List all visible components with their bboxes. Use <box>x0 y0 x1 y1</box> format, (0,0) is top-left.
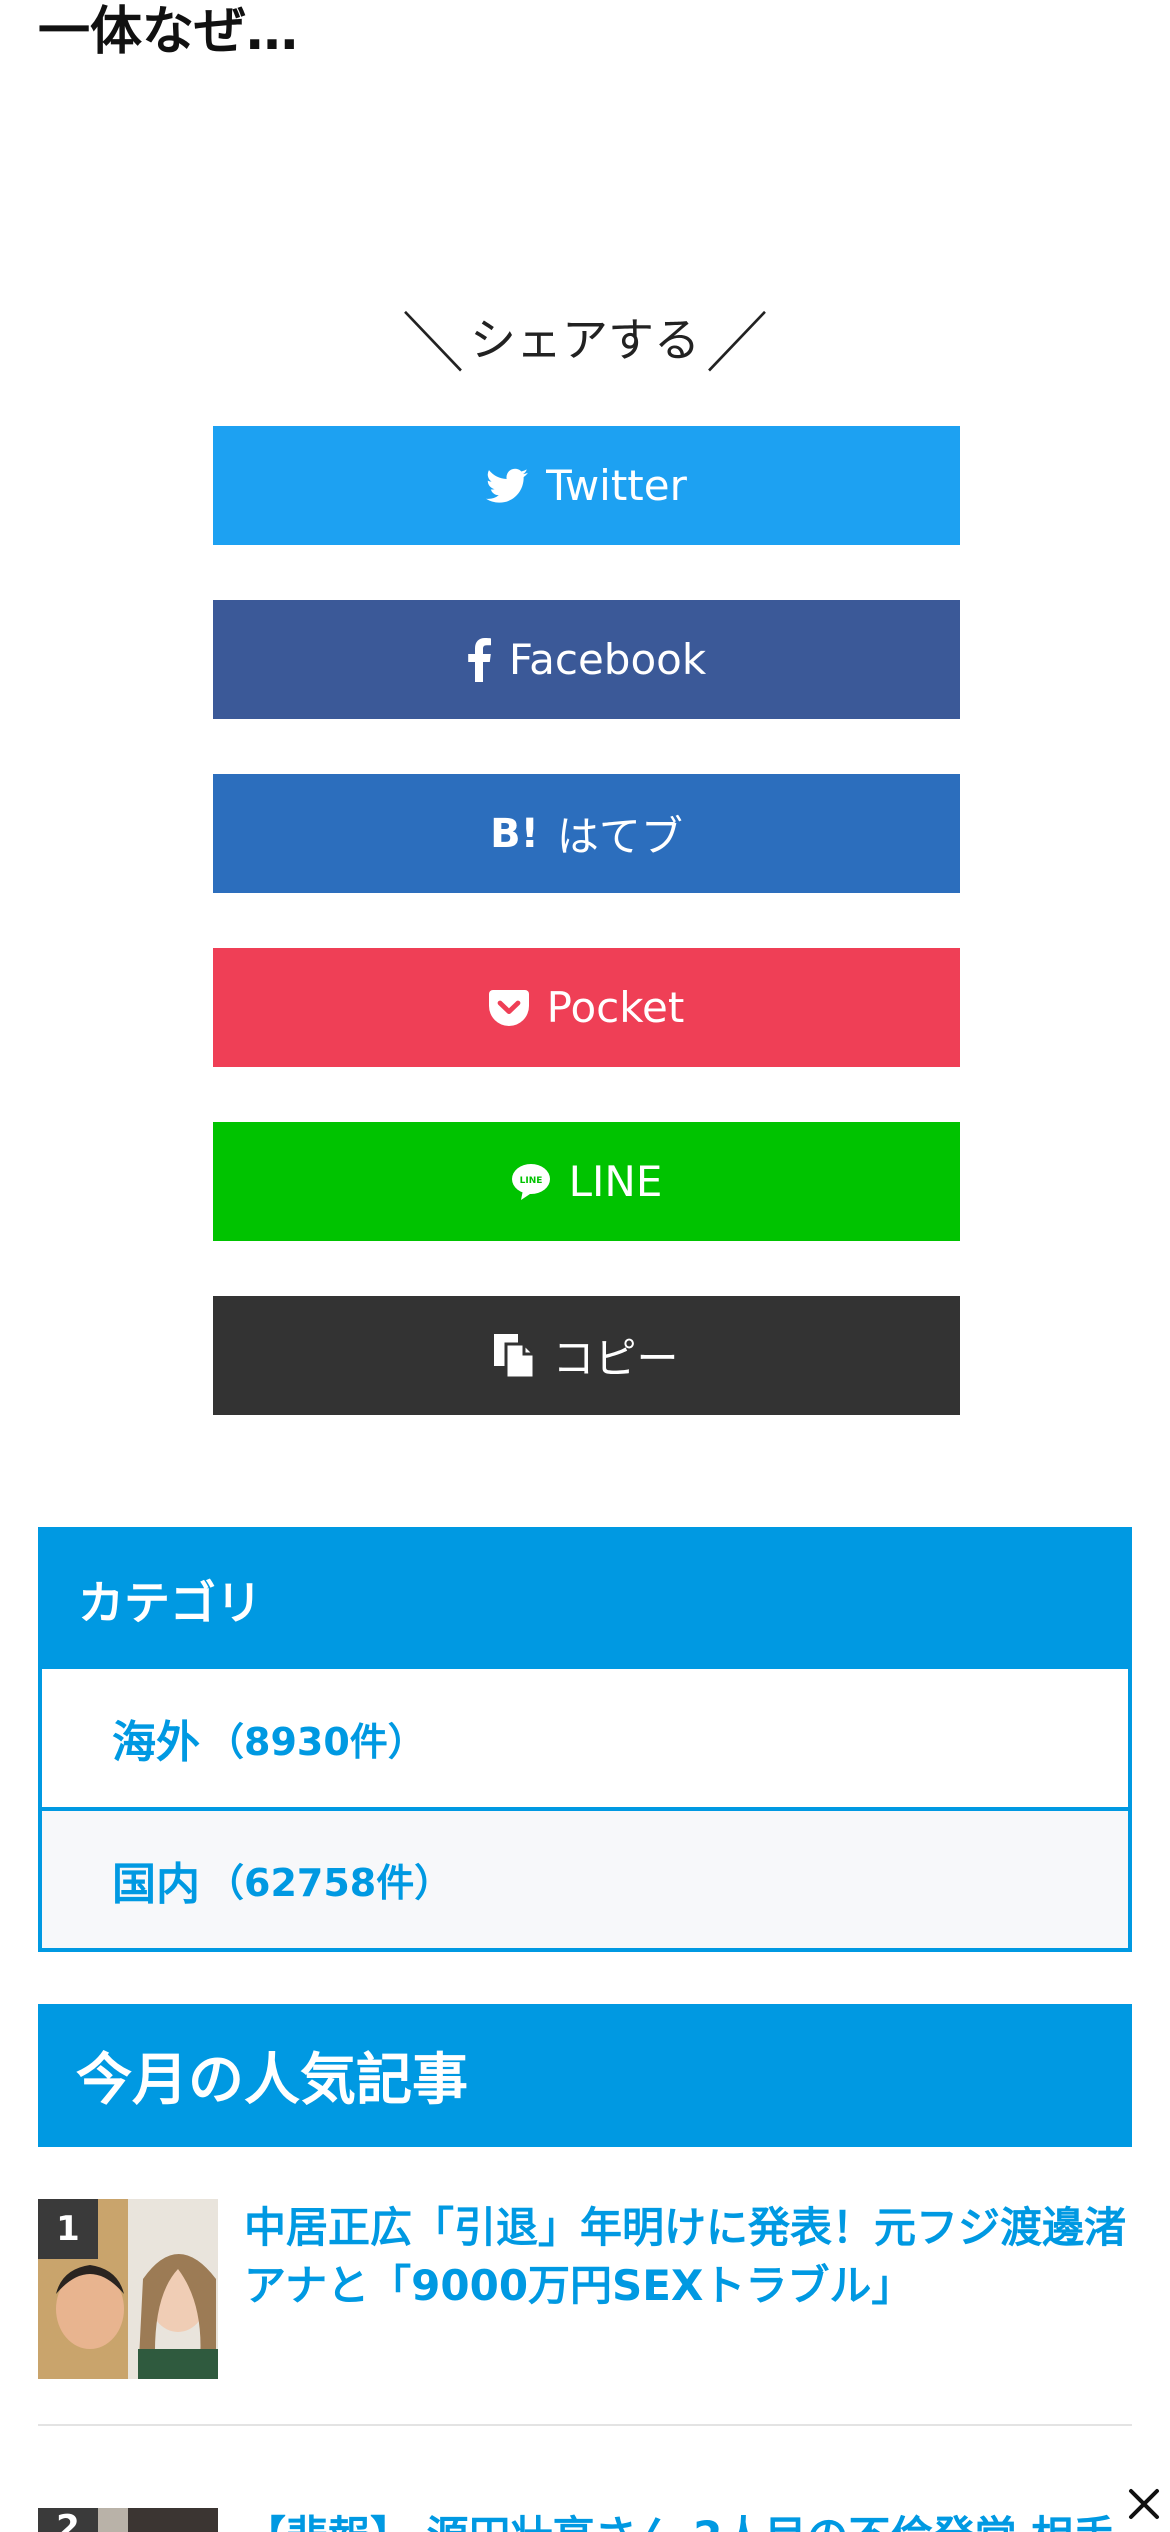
share-pocket-button[interactable]: Pocket <box>213 948 960 1067</box>
popular-article-item[interactable]: 2 【悲報】 源田壮亮さん 2人目の不倫発覚 相手 <box>38 2508 1132 2532</box>
twitter-bird-icon <box>486 468 529 504</box>
line-icon: LINE <box>511 1163 551 1201</box>
share-copy-label: コピー <box>552 1334 679 1383</box>
share-line-button[interactable]: LINE LINE <box>213 1122 960 1241</box>
share-twitter-button[interactable]: Twitter <box>213 426 960 545</box>
share-heading-right-slash: ／ <box>706 304 769 382</box>
article-title-tail: 一体なぜ… <box>38 2 299 62</box>
facebook-f-icon <box>467 637 491 682</box>
rank-badge: 2 <box>38 2508 98 2532</box>
category-count: （8930件） <box>206 1719 426 1764</box>
close-icon <box>1129 2489 1159 2519</box>
article-thumbnail[interactable]: 2 <box>38 2508 218 2532</box>
article-title-link[interactable]: 中居正広「引退」年明けに発表！元フジ渡邊渚アナと「9000万円SEXトラブル」 <box>244 2199 1132 2315</box>
category-name: 海外 <box>112 1717 200 1768</box>
copy-icon <box>494 1333 535 1378</box>
article-title-link[interactable]: 【悲報】 源田壮亮さん 2人目の不倫発覚 相手 <box>244 2508 1132 2532</box>
share-facebook-label: Facebook <box>508 635 707 684</box>
rank-badge: 1 <box>38 2199 98 2259</box>
share-line-label: LINE <box>568 1157 663 1206</box>
share-heading: ＼ シェアする／ <box>0 300 1170 384</box>
article-thumbnail[interactable]: 1 <box>38 2199 218 2379</box>
article-divider <box>38 2424 1132 2426</box>
share-hatebu-label: はてブ <box>556 812 683 861</box>
category-count: （62758件） <box>206 1861 453 1905</box>
close-button[interactable] <box>1120 2480 1168 2528</box>
hatena-bookmark-icon: B! <box>490 810 539 857</box>
share-facebook-button[interactable]: Facebook <box>213 600 960 719</box>
popular-articles-title: 今月の人気記事 <box>38 2004 1132 2147</box>
share-heading-left-slash: ＼ <box>401 304 464 382</box>
share-hatebu-button[interactable]: B! はてブ <box>213 774 960 893</box>
svg-text:LINE: LINE <box>519 1176 542 1186</box>
pocket-icon <box>488 989 529 1026</box>
category-item-overseas[interactable]: 海外 （8930件） <box>42 1669 1128 1807</box>
share-pocket-label: Pocket <box>546 983 685 1032</box>
category-widget: カテゴリ 海外 （8930件） 国内 （62758件） <box>38 1527 1132 1952</box>
share-twitter-label: Twitter <box>546 461 687 510</box>
category-item-domestic[interactable]: 国内 （62758件） <box>42 1811 1128 1948</box>
category-name: 国内 <box>112 1858 200 1910</box>
share-copy-button[interactable]: コピー <box>213 1296 960 1415</box>
category-widget-title: カテゴリ <box>78 1576 262 1630</box>
popular-article-item[interactable]: 1 中居正広「引退」年明けに発表！元フジ渡邊渚アナと「9000万円SEXトラブル… <box>38 2199 1132 2379</box>
share-heading-text: シェアする <box>470 313 700 367</box>
